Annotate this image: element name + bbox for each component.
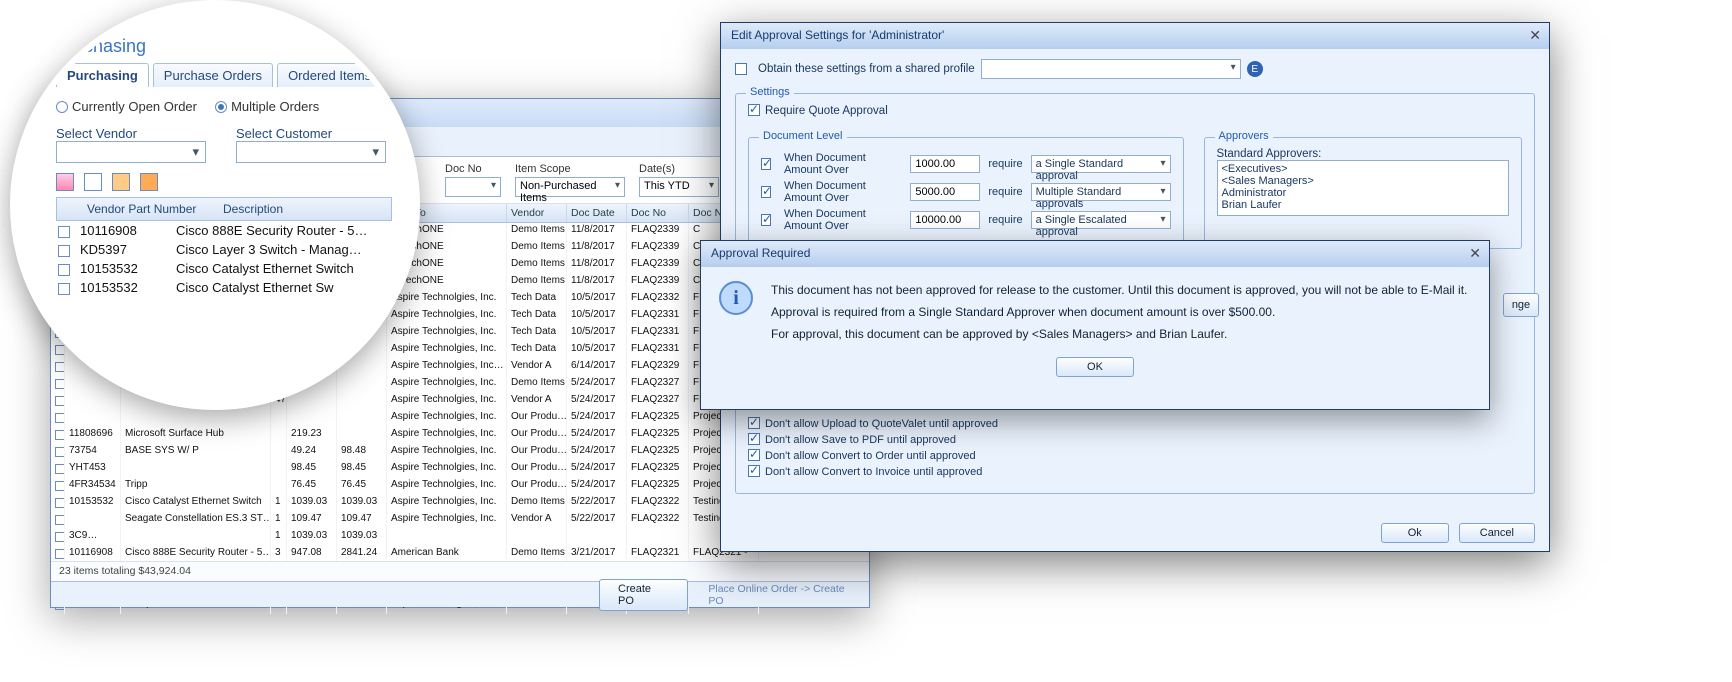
doc-level-legend: Document Level [759, 130, 847, 142]
toolbar-icon-3[interactable] [112, 173, 130, 191]
amount-input[interactable] [910, 155, 980, 173]
list-item[interactable]: 10116908Cisco 888E Security Router - 5… [56, 221, 392, 240]
mag-tab-po[interactable]: Purchase Orders [153, 63, 273, 87]
approval-rule: When Document Amount Overrequirea Single… [761, 152, 1171, 176]
create-po-button[interactable]: Create PO [599, 579, 688, 611]
constraint-checkbox[interactable] [748, 433, 760, 445]
toolbar-icon-2[interactable] [84, 173, 102, 191]
approvers-legend: Approvers [1215, 130, 1273, 142]
close-icon[interactable]: ✕ [1529, 27, 1541, 44]
approval-type-select[interactable]: a Single Standard approval [1031, 155, 1171, 173]
approval-required-dialog: Approval Required ✕ i This document has … [700, 240, 1490, 410]
constraint-checkbox[interactable] [748, 449, 760, 461]
radio-multiple-orders[interactable] [215, 101, 227, 113]
approval-rule: When Document Amount Overrequirea Single… [761, 208, 1171, 232]
settings-legend: Settings [746, 86, 794, 98]
shared-profile-checkbox[interactable] [735, 63, 747, 75]
shared-profile-label: Obtain these settings from a shared prof… [758, 63, 975, 75]
hidden-button-sliver[interactable]: nge [1503, 293, 1539, 317]
rule-checkbox[interactable] [761, 186, 771, 198]
dates-select[interactable]: This YTD [639, 177, 719, 197]
docno-label: Doc No [445, 163, 501, 175]
modal-line3: For approval, this document can be appro… [771, 327, 1467, 341]
mag-title: Purchasing [56, 36, 392, 57]
modal-line2: Approval is required from a Single Stand… [771, 305, 1467, 319]
dates-label: Date(s) [639, 163, 719, 175]
approvers-list[interactable]: <Executives> <Sales Managers> Administra… [1217, 160, 1510, 216]
toolbar-icon-4[interactable] [140, 173, 158, 191]
magnifier-lens: Purchasing Purchasing Purchase Orders Or… [10, 0, 420, 410]
mag-vendor-label: Select Vendor [56, 126, 206, 141]
modal-line1: This document has not been approved for … [771, 283, 1467, 297]
settings-title: Edit Approval Settings for 'Administrato… [731, 28, 944, 42]
mag-col-part: Vendor Part Number [79, 198, 209, 220]
settings-titlebar: Edit Approval Settings for 'Administrato… [721, 23, 1549, 49]
purchasing-footer: Create PO Place Online Order -> Create P… [51, 581, 869, 607]
constraint-item: Don't allow Convert to Invoice until app… [748, 465, 1522, 478]
toolbar-icon-1[interactable] [56, 173, 74, 191]
require-quote-label: Require Quote Approval [765, 105, 888, 117]
constraint-checkbox[interactable] [748, 465, 760, 477]
approval-rule: When Document Amount OverrequireMultiple… [761, 180, 1171, 204]
constraint-item: Don't allow Convert to Order until appro… [748, 449, 1522, 462]
itemscope-select[interactable]: Non-Purchased Items [515, 177, 625, 197]
modal-ok-button[interactable]: OK [1056, 357, 1134, 377]
require-quote-checkbox[interactable] [748, 104, 760, 116]
cancel-button[interactable]: Cancel [1459, 523, 1535, 543]
rule-checkbox[interactable] [761, 214, 771, 226]
mag-customer-label: Select Customer [236, 126, 386, 141]
docno-input[interactable] [445, 177, 501, 197]
mag-tab-purchasing[interactable]: Purchasing [56, 63, 149, 87]
modal-close-icon[interactable]: ✕ [1469, 245, 1481, 262]
mag-vendor-select[interactable] [56, 141, 206, 163]
constraint-item: Don't allow Upload to QuoteValet until a… [748, 417, 1522, 430]
amount-input[interactable] [910, 183, 980, 201]
info-icon: i [719, 281, 753, 315]
mag-col-desc: Description [215, 198, 291, 220]
list-item[interactable]: 10153532Cisco Catalyst Ethernet Sw [56, 278, 392, 297]
rule-checkbox[interactable] [761, 158, 771, 170]
approval-type-select[interactable]: a Single Escalated approval [1031, 211, 1171, 229]
modal-title: Approval Required [711, 246, 810, 260]
constraint-checkbox[interactable] [748, 417, 760, 429]
approval-type-select[interactable]: Multiple Standard approvals [1031, 183, 1171, 201]
radio-open-order[interactable] [56, 101, 68, 113]
place-online-link[interactable]: Place Online Order -> Create PO [708, 583, 861, 607]
status-bar: 23 items totaling $43,924.04 [51, 561, 869, 581]
standard-approvers-label: Standard Approvers: [1217, 148, 1510, 160]
ok-button[interactable]: Ok [1381, 523, 1449, 543]
list-item[interactable]: 10153532Cisco Catalyst Ethernet Switch [56, 259, 392, 278]
itemscope-label: Item Scope [515, 163, 625, 175]
e-badge-icon[interactable]: E [1247, 61, 1263, 77]
amount-input[interactable] [910, 211, 980, 229]
list-item[interactable]: KD5397Cisco Layer 3 Switch - Manag… [56, 240, 392, 259]
mag-tab-ordered[interactable]: Ordered Items [277, 63, 382, 87]
mag-customer-select[interactable] [236, 141, 386, 163]
modal-titlebar: Approval Required ✕ [701, 241, 1489, 267]
shared-profile-select[interactable] [981, 59, 1241, 79]
constraint-item: Don't allow Save to PDF until approved [748, 433, 1522, 446]
